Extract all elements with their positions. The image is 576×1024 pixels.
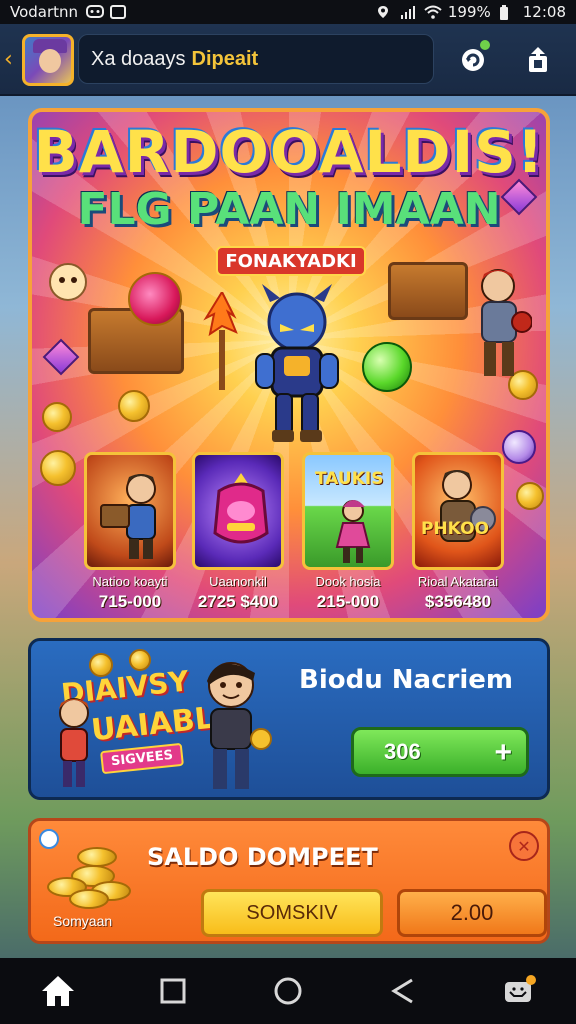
card-name: TAUKIS: [315, 469, 384, 489]
clock-text: 12:08: [522, 3, 566, 21]
back-arrow-icon[interactable]: ‹: [4, 46, 18, 74]
status-bar: Vodartnn 199% 12:08: [0, 0, 576, 24]
amount-button[interactable]: 2.00: [397, 889, 547, 937]
message-icon: [86, 5, 105, 19]
share-icon: [529, 47, 547, 72]
coin-icon: [40, 450, 76, 486]
nav-recents[interactable]: [149, 967, 197, 1015]
promo-art: DIAIVSY UAIABL SIGVEES: [41, 649, 281, 797]
kid-character: [59, 698, 89, 787]
square-icon: [160, 978, 186, 1004]
circle-icon: [274, 977, 302, 1005]
promo-title: Biodu Nacriem: [299, 665, 513, 695]
orb-icon: [362, 342, 412, 392]
plus-icon: +: [494, 736, 512, 769]
inbox-badge: [526, 975, 537, 985]
warrior-character: [481, 269, 532, 376]
banner-title: BARDOOALDIS!: [33, 118, 545, 186]
coin-icon: [128, 272, 182, 326]
coin-stack-icon: [77, 847, 117, 867]
nav-inbox[interactable]: [494, 967, 542, 1015]
torch-icon: [203, 292, 238, 390]
add-button[interactable]: 306 +: [351, 727, 529, 777]
shop-card[interactable]: PHKOO: [412, 452, 504, 570]
signal-icon: [400, 5, 416, 19]
close-button[interactable]: ✕: [509, 831, 539, 861]
close-icon: ✕: [517, 836, 531, 856]
battery-text: 199%: [447, 3, 491, 21]
header-title: Xa doaays: [91, 47, 186, 70]
coin-icon: [502, 430, 536, 464]
bottom-navigation: [0, 958, 576, 1024]
battery-icon: [499, 5, 515, 20]
app-header: ‹ Xa doaays Dipeait: [0, 24, 576, 96]
card-price: $356480: [424, 592, 492, 611]
coin-stack-icon: [69, 889, 109, 909]
banner-subtitle: FLG PAAN IMAAN: [77, 184, 501, 235]
location-icon: [376, 5, 392, 19]
back-triangle-icon: [391, 978, 413, 1004]
promo-logo-badge: SIGVEES: [100, 742, 185, 775]
hero-character: [255, 284, 339, 442]
card-price: 2725 $400: [197, 592, 279, 611]
card-label: Uaanonkil: [209, 574, 267, 589]
nav-home-circle[interactable]: [264, 967, 312, 1015]
bunny-icon: [49, 263, 87, 301]
card-label: Rioal Akatarai: [417, 574, 499, 589]
balance-panel: Somyaan SALDO DOMPEET ✕ SOMSKIV 2.00: [28, 818, 550, 944]
boy-character: [207, 662, 272, 789]
shop-card[interactable]: [84, 452, 176, 570]
nav-home[interactable]: [34, 967, 82, 1015]
card-price: 215-000: [316, 592, 380, 611]
share-button[interactable]: [520, 42, 556, 78]
wifi-icon: [424, 5, 442, 19]
coin-icon: [118, 390, 150, 422]
nav-back[interactable]: [379, 967, 427, 1015]
coin-icon: [516, 482, 544, 510]
coins-label: Somyaan: [53, 913, 113, 929]
info-icon[interactable]: [39, 829, 59, 849]
card-name: PHKOO: [421, 519, 489, 539]
coin-icon: [42, 402, 72, 432]
treasure-chest-icon: [388, 262, 468, 320]
banner-tag: FONAKYADKI: [216, 246, 366, 276]
featured-banner[interactable]: BARDOOALDIS! FLG PAAN IMAAN FONAKYADKI T…: [28, 108, 550, 622]
promo-panel[interactable]: DIAIVSY UAIABL SIGVEES Biodu Nacriem 306…: [28, 638, 550, 800]
balance-title: SALDO DOMPEET: [147, 843, 378, 871]
card-label: Dook hosia: [315, 574, 381, 589]
avatar[interactable]: [22, 34, 74, 86]
primary-action-button[interactable]: SOMSKIV: [201, 889, 383, 937]
card-price: 715-000: [98, 592, 162, 611]
gallery-icon: [110, 5, 127, 19]
carrier-text: Vodartnn: [10, 3, 79, 21]
header-title-bar[interactable]: Xa doaays Dipeait: [78, 34, 434, 84]
home-icon: [41, 976, 74, 1006]
shop-card[interactable]: [192, 452, 284, 570]
add-button-value: 306: [384, 739, 421, 764]
card-label: Natioo koayti: [92, 574, 168, 589]
shop-card[interactable]: TAUKIS: [302, 452, 394, 570]
header-title-accent: Dipeait: [191, 47, 259, 70]
notification-dot: [480, 40, 490, 50]
